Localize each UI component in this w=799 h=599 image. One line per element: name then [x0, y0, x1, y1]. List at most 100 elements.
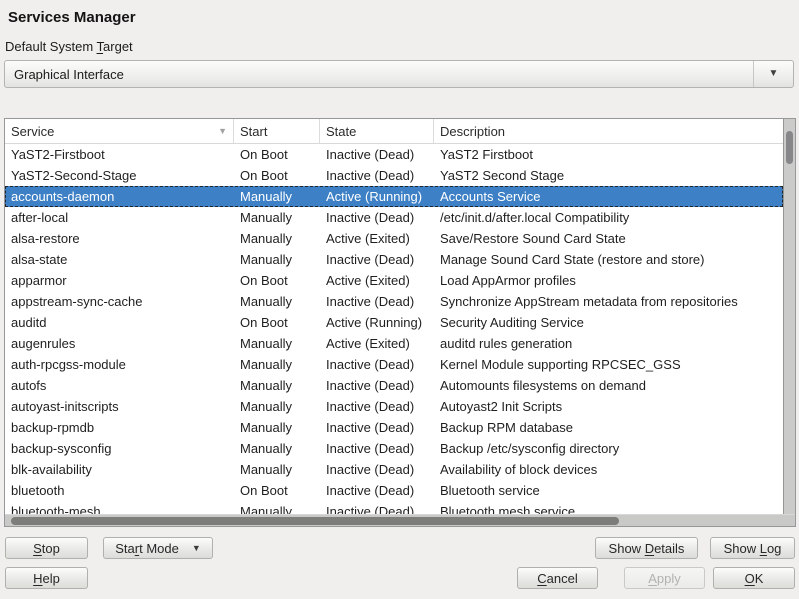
table-row[interactable]: auditd On Boot Active (Running) Security…	[5, 312, 783, 333]
cell-description: Load AppArmor profiles	[434, 273, 783, 288]
show-log-button[interactable]: Show Log	[710, 537, 795, 559]
table-body: YaST2-Firstboot On Boot Inactive (Dead) …	[5, 144, 783, 514]
cell-service: after-local	[5, 210, 234, 225]
combo-arrow-box[interactable]: ▼	[753, 61, 793, 87]
cell-start: Manually	[234, 252, 320, 267]
cell-state: Inactive (Dead)	[320, 147, 434, 162]
cell-start: Manually	[234, 441, 320, 456]
cell-service: appstream-sync-cache	[5, 294, 234, 309]
cell-start: Manually	[234, 294, 320, 309]
cell-service: accounts-daemon	[5, 189, 234, 204]
cell-start: Manually	[234, 189, 320, 204]
vertical-scrollbar-thumb[interactable]	[786, 131, 793, 164]
table-row[interactable]: after-local Manually Inactive (Dead) /et…	[5, 207, 783, 228]
cell-start: Manually	[234, 210, 320, 225]
cell-state: Active (Exited)	[320, 273, 434, 288]
table-row[interactable]: alsa-restore Manually Active (Exited) Sa…	[5, 228, 783, 249]
cell-service: augenrules	[5, 336, 234, 351]
column-header-description[interactable]: Description	[434, 119, 783, 143]
cell-state: Active (Exited)	[320, 231, 434, 246]
cell-state: Inactive (Dead)	[320, 294, 434, 309]
start-mode-button[interactable]: Start Mode▼	[103, 537, 213, 559]
table-row[interactable]: augenrules Manually Active (Exited) audi…	[5, 333, 783, 354]
column-header-service[interactable]: Service ▼	[5, 119, 234, 143]
cell-description: Automounts filesystems on demand	[434, 378, 783, 393]
cell-description: Bluetooth mesh service	[434, 504, 783, 514]
vertical-scrollbar[interactable]	[783, 119, 795, 514]
cell-start: Manually	[234, 420, 320, 435]
table-row[interactable]: autoyast-initscripts Manually Inactive (…	[5, 396, 783, 417]
column-header-start[interactable]: Start	[234, 119, 320, 143]
cell-state: Inactive (Dead)	[320, 210, 434, 225]
cancel-button[interactable]: Cancel	[517, 567, 598, 589]
cell-state: Inactive (Dead)	[320, 168, 434, 183]
cell-description: /etc/init.d/after.local Compatibility	[434, 210, 783, 225]
cell-start: Manually	[234, 357, 320, 372]
table-row[interactable]: alsa-state Manually Inactive (Dead) Mana…	[5, 249, 783, 270]
table-row[interactable]: YaST2-Second-Stage On Boot Inactive (Dea…	[5, 165, 783, 186]
cell-service: bluetooth	[5, 483, 234, 498]
table-row[interactable]: apparmor On Boot Active (Exited) Load Ap…	[5, 270, 783, 291]
cell-state: Inactive (Dead)	[320, 252, 434, 267]
cell-state: Inactive (Dead)	[320, 378, 434, 393]
cell-state: Inactive (Dead)	[320, 399, 434, 414]
cell-start: Manually	[234, 399, 320, 414]
cell-state: Inactive (Dead)	[320, 504, 434, 514]
cell-state: Inactive (Dead)	[320, 441, 434, 456]
cell-state: Inactive (Dead)	[320, 462, 434, 477]
cell-description: Backup /etc/sysconfig directory	[434, 441, 783, 456]
help-button[interactable]: Help	[5, 567, 88, 589]
cell-start: On Boot	[234, 168, 320, 183]
table-row[interactable]: backup-rpmdb Manually Inactive (Dead) Ba…	[5, 417, 783, 438]
cell-description: Manage Sound Card State (restore and sto…	[434, 252, 783, 267]
cell-service: backup-rpmdb	[5, 420, 234, 435]
cell-service: autofs	[5, 378, 234, 393]
stop-button[interactable]: Stop	[5, 537, 88, 559]
default-system-target-label: Default System Target	[5, 39, 133, 54]
horizontal-scrollbar-thumb[interactable]	[11, 517, 619, 525]
ok-button[interactable]: OK	[713, 567, 795, 589]
cell-description: Autoyast2 Init Scripts	[434, 399, 783, 414]
cell-service: backup-sysconfig	[5, 441, 234, 456]
cell-start: On Boot	[234, 315, 320, 330]
cell-service: autoyast-initscripts	[5, 399, 234, 414]
horizontal-scrollbar[interactable]	[5, 514, 795, 526]
services-table: Service ▼ Start State Description YaST2-…	[4, 118, 796, 527]
sort-descending-icon: ▼	[218, 127, 227, 136]
table-row[interactable]: blk-availability Manually Inactive (Dead…	[5, 459, 783, 480]
column-header-state[interactable]: State	[320, 119, 434, 143]
cell-service: YaST2-Firstboot	[5, 147, 234, 162]
cell-start: Manually	[234, 462, 320, 477]
table-row[interactable]: YaST2-Firstboot On Boot Inactive (Dead) …	[5, 144, 783, 165]
table-row[interactable]: appstream-sync-cache Manually Inactive (…	[5, 291, 783, 312]
table-row[interactable]: accounts-daemon Manually Active (Running…	[5, 186, 783, 207]
table-row[interactable]: backup-sysconfig Manually Inactive (Dead…	[5, 438, 783, 459]
table-row[interactable]: bluetooth On Boot Inactive (Dead) Blueto…	[5, 480, 783, 501]
show-details-button[interactable]: Show Details	[595, 537, 698, 559]
table-row[interactable]: bluetooth-mesh Manually Inactive (Dead) …	[5, 501, 783, 514]
cell-description: Bluetooth service	[434, 483, 783, 498]
cell-service: bluetooth-mesh	[5, 504, 234, 514]
cell-state: Active (Exited)	[320, 336, 434, 351]
cell-service: alsa-restore	[5, 231, 234, 246]
cell-start: On Boot	[234, 483, 320, 498]
cell-description: auditd rules generation	[434, 336, 783, 351]
cell-service: alsa-state	[5, 252, 234, 267]
cell-description: YaST2 Firstboot	[434, 147, 783, 162]
table-row[interactable]: autofs Manually Inactive (Dead) Automoun…	[5, 375, 783, 396]
apply-button[interactable]: Apply	[624, 567, 705, 589]
cell-state: Inactive (Dead)	[320, 357, 434, 372]
cell-start: On Boot	[234, 273, 320, 288]
cell-service: blk-availability	[5, 462, 234, 477]
cell-start: Manually	[234, 231, 320, 246]
cell-state: Active (Running)	[320, 189, 434, 204]
cell-description: YaST2 Second Stage	[434, 168, 783, 183]
cell-description: Synchronize AppStream metadata from repo…	[434, 294, 783, 309]
cell-service: auth-rpcgss-module	[5, 357, 234, 372]
cell-state: Inactive (Dead)	[320, 483, 434, 498]
default-system-target-select[interactable]: Graphical Interface ▼	[4, 60, 794, 88]
table-row[interactable]: auth-rpcgss-module Manually Inactive (De…	[5, 354, 783, 375]
menu-dropdown-icon: ▼	[192, 544, 201, 553]
cell-start: Manually	[234, 504, 320, 514]
cell-description: Backup RPM database	[434, 420, 783, 435]
